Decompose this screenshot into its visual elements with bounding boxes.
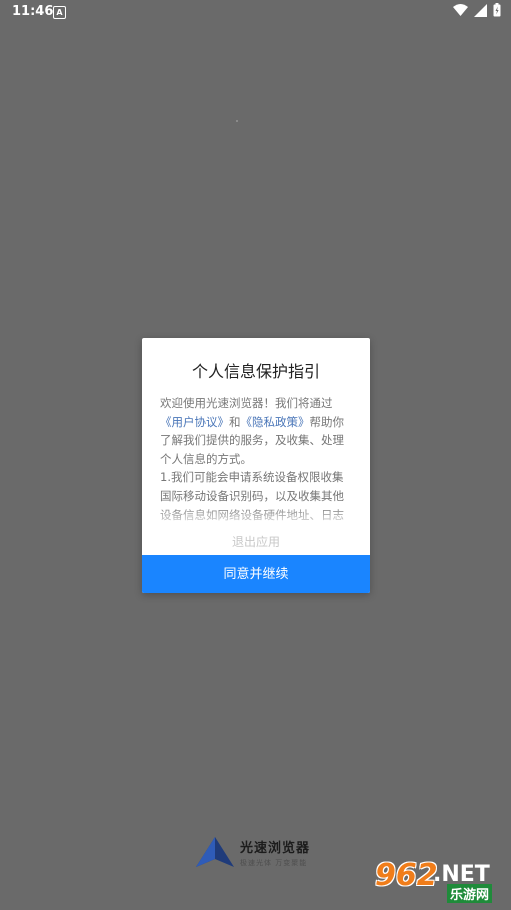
dialog-title: 个人信息保护指引 <box>191 362 320 381</box>
body-prefix: 欢迎使用光速浏览器！我们将通过 <box>160 396 333 410</box>
browser-logo-icon <box>196 837 234 867</box>
brand-text: 光速浏览器 极速光体 万变聚能 <box>240 837 310 868</box>
body-fade <box>142 506 370 528</box>
loading-dot <box>236 120 238 122</box>
brand-footer: 光速浏览器 极速光体 万变聚能 <box>196 836 310 868</box>
status-time: 11:46 <box>12 4 54 19</box>
status-bar: 11:46 A <box>0 0 511 24</box>
exit-app-button[interactable]: 退出应用 <box>142 528 370 554</box>
brand-name: 光速浏览器 <box>240 840 311 856</box>
wifi-icon <box>453 4 468 16</box>
status-icons <box>453 3 501 17</box>
privacy-dialog: 个人信息保护指引 欢迎使用光速浏览器！我们将通过《用户协议》和《隐私政策》帮助你… <box>142 338 370 593</box>
user-agreement-link[interactable]: 《用户协议》 <box>160 415 229 429</box>
brand-slogan: 极速光体 万变聚能 <box>240 858 308 867</box>
privacy-policy-link[interactable]: 《隐私政策》 <box>241 415 310 429</box>
watermark-number: 962 <box>375 858 438 893</box>
notification-icon: A <box>53 6 66 19</box>
watermark: 962 .NET 乐游网 <box>369 858 505 903</box>
dialog-body: 欢迎使用光速浏览器！我们将通过《用户协议》和《隐私政策》帮助你了解我们提供的服务… <box>160 394 354 524</box>
agree-continue-button[interactable]: 同意并继续 <box>142 555 370 593</box>
and-text: 和 <box>229 414 241 429</box>
battery-icon <box>493 3 501 17</box>
signal-icon <box>474 3 487 17</box>
watermark-sub: 乐游网 <box>447 884 493 903</box>
